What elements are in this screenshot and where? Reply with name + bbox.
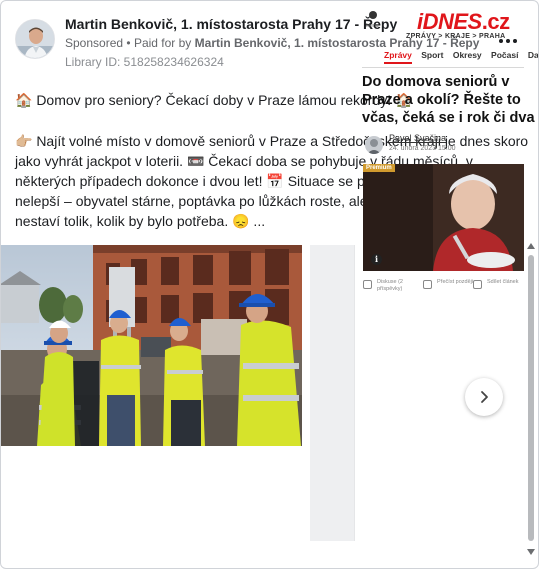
idnes-headline: Do domova seniorů v Praze a okolí? Řešte… (362, 74, 535, 126)
idnes-logo-text: iDNES (417, 9, 482, 34)
scroll-down-arrow-icon[interactable] (527, 549, 535, 555)
carousel-image-construction[interactable] (1, 245, 302, 446)
idnes-divider (362, 67, 524, 68)
ad-card: Martin Benkovič, 1. místostarosta Prahy … (0, 0, 539, 569)
carousel-gap-panel (310, 245, 354, 541)
page-name[interactable]: Martin Benkovič, 1. místostarosta Prahy … (65, 16, 397, 32)
carousel-next-button[interactable] (465, 378, 503, 416)
bookmark-icon (423, 280, 432, 289)
idnes-menu-icon (369, 11, 377, 19)
chevron-right-icon (481, 391, 488, 403)
idnes-footer: Diskuse (2 příspěvky) Přečíst později Sd… (363, 279, 523, 295)
idnes-date: 24. února 2023 15:00 (389, 145, 456, 152)
idnes-author: Pavel Svačina (389, 133, 447, 143)
idnes-author-avatar (365, 136, 383, 154)
share-icon (473, 280, 482, 289)
idnes-footer-discussion-label: Diskuse (2 příspěvky) (377, 279, 403, 292)
library-id: Library ID: 518258234626324 (65, 55, 224, 69)
idnes-premium-badge: Premium (363, 164, 395, 172)
sponsored-label: Sponsored (65, 36, 124, 50)
idnes-breadcrumb: ZPRÁVY > KRAJE > PRAHA (406, 33, 506, 40)
vertical-scrollbar[interactable] (524, 241, 538, 557)
paid-for-by-label: Paid for by (133, 36, 192, 50)
idnes-logo: iDNES.cz (417, 9, 510, 35)
scroll-up-arrow-icon[interactable] (527, 243, 535, 249)
scrollbar-thumb[interactable] (528, 255, 534, 541)
idnes-tab-more: Dal (527, 50, 539, 60)
idnes-article-photo (363, 164, 524, 271)
idnes-menu-label: Menu (366, 23, 379, 29)
page-avatar[interactable] (15, 19, 55, 59)
idnes-tab-sport: Sport (421, 50, 444, 60)
idnes-footer-share-label: Sdílet článek (487, 279, 519, 285)
idnes-footer-readlater-label: Přečíst později (437, 279, 474, 285)
separator-dot: • (126, 36, 131, 50)
idnes-tab-okresy: Okresy (452, 50, 482, 60)
idnes-tab-zpravy: Zprávy (384, 50, 412, 64)
info-icon: i (371, 254, 382, 265)
idnes-menu: Menu (366, 11, 379, 33)
more-dot-icon (506, 39, 510, 43)
idnes-tab-pocasi: Počasí (491, 50, 519, 60)
more-dot-icon (513, 39, 517, 43)
idnes-tabs: Zprávy Sport Okresy Počasí Dal (384, 50, 539, 64)
idnes-logo-suffix: .cz (481, 9, 510, 34)
comment-icon (363, 280, 372, 289)
